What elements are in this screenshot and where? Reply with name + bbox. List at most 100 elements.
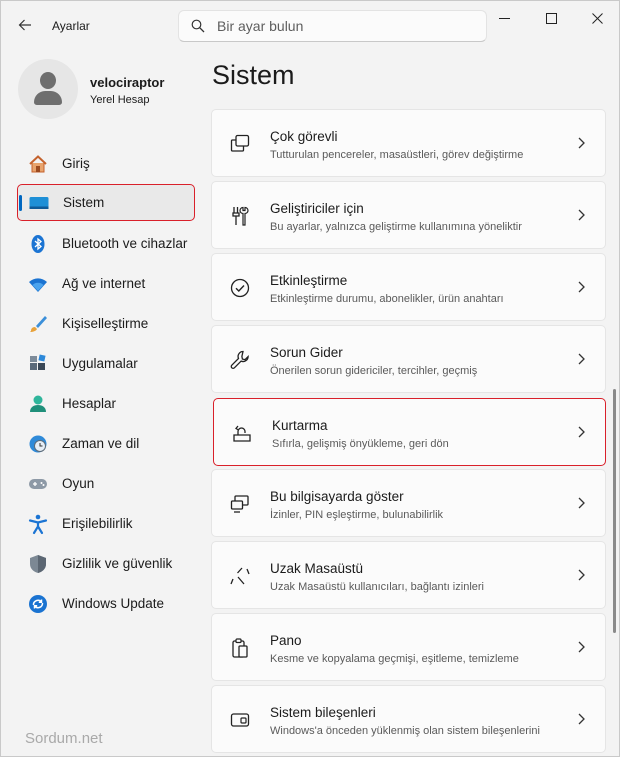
sidebar-item-label: Hesaplar bbox=[62, 396, 117, 411]
chevron-right-icon bbox=[578, 569, 585, 581]
chevron-right-icon bbox=[578, 426, 585, 438]
sidebar-item-privacy[interactable]: Gizlilik ve güvenlik bbox=[17, 545, 195, 582]
close-button[interactable] bbox=[574, 1, 620, 35]
project-screen-icon bbox=[230, 495, 249, 513]
sidebar-item-label: Gizlilik ve güvenlik bbox=[62, 556, 173, 571]
activation-check-icon bbox=[230, 278, 250, 298]
sidebar-item-label: Uygulamalar bbox=[62, 356, 138, 371]
page-title: Sistem bbox=[212, 60, 295, 90]
sidebar-item-accounts[interactable]: Hesaplar bbox=[17, 385, 195, 422]
sidebar-item-label: Bluetooth ve cihazlar bbox=[62, 236, 188, 251]
card-title: Kurtarma bbox=[272, 418, 328, 433]
card-title: Bu bilgisayarda göster bbox=[270, 489, 404, 504]
recovery-icon bbox=[233, 425, 251, 442]
sidebar-item-network[interactable]: Ağ ve internet bbox=[17, 265, 195, 302]
scrollbar-thumb[interactable] bbox=[613, 389, 616, 633]
accessibility-icon bbox=[27, 513, 49, 535]
clock-globe-icon bbox=[27, 433, 49, 455]
brush-icon bbox=[27, 313, 49, 335]
sidebar-item-system[interactable]: Sistem bbox=[17, 184, 195, 221]
settings-card-remote-desktop[interactable]: Uzak Masaüstü Uzak Masaüstü kullanıcılar… bbox=[211, 541, 606, 609]
bluetooth-icon bbox=[27, 233, 49, 255]
card-subtitle: Kesme ve kopyalama geçmişi, eşitleme, te… bbox=[270, 653, 519, 665]
settings-card-multitasking[interactable]: Çok görevli Tutturulan pencereler, masaü… bbox=[211, 109, 606, 177]
search-box[interactable] bbox=[178, 10, 487, 42]
title-bar: Ayarlar bbox=[1, 1, 620, 49]
card-subtitle: Etkinleştirme durumu, abonelikler, ürün … bbox=[270, 293, 504, 305]
sidebar-item-bluetooth[interactable]: Bluetooth ve cihazlar bbox=[17, 225, 195, 262]
sidebar-item-windows-update[interactable]: Windows Update bbox=[17, 585, 195, 622]
card-title: Uzak Masaüstü bbox=[270, 561, 364, 576]
sidebar-item-label: Erişilebilirlik bbox=[62, 516, 133, 531]
card-title: Etkinleştirme bbox=[270, 273, 348, 288]
shield-icon bbox=[27, 553, 49, 575]
home-icon bbox=[27, 153, 49, 175]
sidebar-item-time-language[interactable]: Zaman ve dil bbox=[17, 425, 195, 462]
system-components-icon bbox=[230, 713, 250, 727]
settings-card-activation[interactable]: Etkinleştirme Etkinleştirme durumu, abon… bbox=[211, 253, 606, 321]
sidebar-item-home[interactable]: Giriş bbox=[17, 145, 195, 182]
settings-card-project-to-pc[interactable]: Bu bilgisayarda göster İzinler, PIN eşle… bbox=[211, 469, 606, 537]
card-subtitle: Tutturulan pencereler, masaüstleri, göre… bbox=[270, 149, 524, 161]
person-icon bbox=[27, 393, 49, 415]
avatar[interactable] bbox=[18, 59, 78, 119]
chevron-right-icon bbox=[578, 641, 585, 653]
chevron-right-icon bbox=[578, 353, 585, 365]
settings-card-recovery[interactable]: Kurtarma Sıfırla, gelişmiş önyükleme, ge… bbox=[213, 398, 606, 466]
card-title: Pano bbox=[270, 633, 302, 648]
card-subtitle: Windows'a önceden yüklenmiş olan sistem … bbox=[270, 725, 540, 737]
developer-tools-icon bbox=[232, 206, 249, 226]
card-subtitle: Bu ayarlar, yalnızca geliştirme kullanım… bbox=[270, 221, 522, 233]
sidebar-item-label: Zaman ve dil bbox=[62, 436, 140, 451]
card-subtitle: Uzak Masaüstü kullanıcıları, bağlantı iz… bbox=[270, 581, 484, 593]
user-name: velociraptor bbox=[90, 75, 165, 90]
remote-desktop-icon bbox=[230, 567, 250, 585]
card-subtitle: Önerilen sorun gidericiler, tercihler, g… bbox=[270, 365, 478, 377]
sidebar-item-apps[interactable]: Uygulamalar bbox=[17, 345, 195, 382]
card-title: Geliştiriciler için bbox=[270, 201, 364, 216]
sidebar-item-label: Ağ ve internet bbox=[62, 276, 146, 291]
settings-card-clipboard[interactable]: Pano Kesme ve kopyalama geçmişi, eşitlem… bbox=[211, 613, 606, 681]
system-display-icon bbox=[28, 192, 50, 214]
card-subtitle: İzinler, PIN eşleştirme, bulunabilirlik bbox=[270, 509, 444, 521]
card-title: Sorun Gider bbox=[270, 345, 343, 360]
settings-card-developers[interactable]: Geliştiriciler için Bu ayarlar, yalnızca… bbox=[211, 181, 606, 249]
app-title: Ayarlar bbox=[52, 19, 90, 33]
close-icon bbox=[591, 12, 603, 24]
chevron-right-icon bbox=[578, 497, 585, 509]
gamepad-icon bbox=[27, 473, 49, 495]
chevron-right-icon bbox=[578, 209, 585, 221]
chevron-right-icon bbox=[578, 281, 585, 293]
chevron-right-icon bbox=[578, 713, 585, 725]
sidebar-item-personalization[interactable]: Kişiselleştirme bbox=[17, 305, 195, 342]
card-title: Sistem bileşenleri bbox=[270, 705, 376, 720]
card-subtitle: Sıfırla, gelişmiş önyükleme, geri dön bbox=[272, 438, 449, 450]
minimize-icon bbox=[498, 17, 510, 19]
sidebar-item-gaming[interactable]: Oyun bbox=[17, 465, 195, 502]
sidebar-item-label: Oyun bbox=[62, 476, 95, 491]
search-input[interactable] bbox=[217, 18, 467, 34]
apps-icon bbox=[27, 353, 49, 375]
back-button[interactable] bbox=[11, 11, 39, 39]
chevron-right-icon bbox=[578, 137, 585, 149]
sidebar-item-accessibility[interactable]: Erişilebilirlik bbox=[17, 505, 195, 542]
update-icon bbox=[27, 593, 49, 615]
maximize-icon bbox=[545, 12, 557, 24]
card-title: Çok görevli bbox=[270, 129, 338, 144]
wrench-icon bbox=[230, 350, 249, 369]
search-icon bbox=[191, 19, 205, 33]
account-type: Yerel Hesap bbox=[90, 94, 150, 106]
wifi-icon bbox=[27, 273, 49, 295]
settings-card-system-components[interactable]: Sistem bileşenleri Windows'a önceden yük… bbox=[211, 685, 606, 753]
sidebar-item-label: Sistem bbox=[63, 195, 105, 210]
minimize-button[interactable] bbox=[481, 1, 527, 35]
maximize-button[interactable] bbox=[528, 1, 574, 35]
sidebar-item-label: Kişiselleştirme bbox=[62, 316, 149, 331]
multitasking-icon bbox=[230, 134, 250, 152]
clipboard-icon bbox=[232, 638, 248, 658]
settings-window: Ayarlar velociraptor Yerel Hesap bbox=[0, 0, 620, 757]
sidebar-item-label: Giriş bbox=[62, 156, 90, 171]
settings-card-troubleshoot[interactable]: Sorun Gider Önerilen sorun gidericiler, … bbox=[211, 325, 606, 393]
arrow-left-icon bbox=[18, 19, 31, 31]
sidebar-item-label: Windows Update bbox=[62, 596, 165, 611]
